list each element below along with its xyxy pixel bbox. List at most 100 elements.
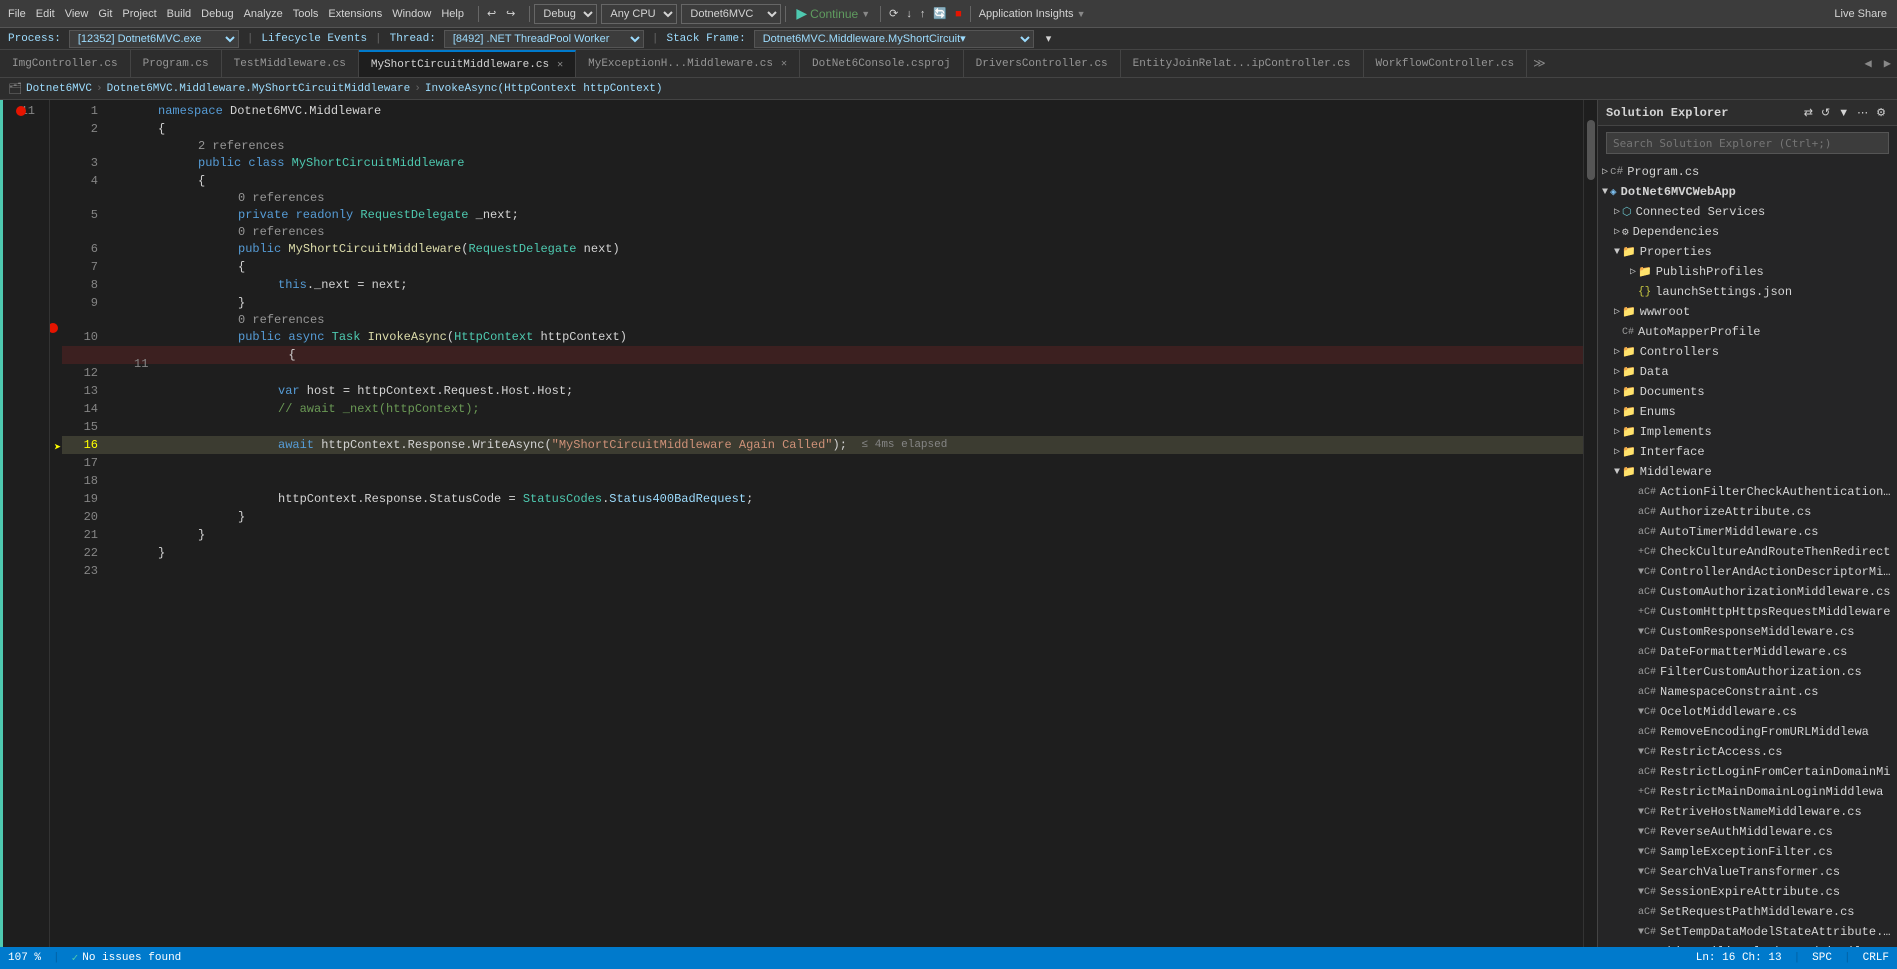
tab-driverscontroller-label: DriversController.cs [976, 58, 1108, 70]
app-insights-btn[interactable]: Application Insights ▼ [975, 6, 1090, 22]
tab-program[interactable]: Program.cs [131, 50, 222, 77]
se-item-connected-services[interactable]: ▷ ⬡ Connected Services [1598, 202, 1897, 222]
extensions-menu[interactable]: Extensions [324, 6, 386, 22]
breadcrumb-method[interactable]: InvokeAsync(HttpContext httpContext) [425, 83, 663, 95]
se-item-namespace[interactable]: ▷ aC# NamespaceConstraint.cs [1598, 682, 1897, 702]
se-item-customresponse[interactable]: ▷ ▼C# CustomResponseMiddleware.cs [1598, 622, 1897, 642]
se-item-reverseauth[interactable]: ▷ ▼C# ReverseAuthMiddleware.cs [1598, 822, 1897, 842]
tab-entityjoin[interactable]: EntityJoinRelat...ipController.cs [1121, 50, 1364, 77]
se-item-controllers[interactable]: ▷ 📁 Controllers [1598, 342, 1897, 362]
tab-imgcontroller[interactable]: ImgController.cs [0, 50, 131, 77]
stack-frame-select[interactable]: Dotnet6MVC.Middleware.MyShortCircuit▾ [754, 30, 1034, 48]
tab-driverscontroller[interactable]: DriversController.cs [964, 50, 1121, 77]
help-menu[interactable]: Help [437, 6, 468, 22]
se-item-restrictmain[interactable]: ▷ +C# RestrictMainDomainLoginMiddlewa [1598, 782, 1897, 802]
tab-workflowcontroller[interactable]: WorkflowController.cs [1364, 50, 1528, 77]
se-label-publishprofiles: PublishProfiles [1656, 265, 1764, 279]
breadcrumb-project-name[interactable]: Dotnet6MVC [26, 83, 92, 95]
se-item-middleware-folder[interactable]: ▼ 📁 Middleware [1598, 462, 1897, 482]
tab-dotnet6console[interactable]: DotNet6Console.csproj [800, 50, 964, 77]
vertical-scrollbar[interactable] [1583, 100, 1597, 947]
debug-config-dropdown[interactable]: Debug [534, 4, 597, 24]
tab-overflow[interactable]: ≫ [1527, 50, 1552, 77]
se-item-interface[interactable]: ▷ 📁 Interface [1598, 442, 1897, 462]
se-item-authorize[interactable]: ▷ aC# AuthorizeAttribute.cs [1598, 502, 1897, 522]
se-item-dateformatter[interactable]: ▷ aC# DateFormatterMiddleware.cs [1598, 642, 1897, 662]
se-item-wwwroot[interactable]: ▷ 📁 wwwroot [1598, 302, 1897, 322]
scrollbar-thumb[interactable] [1587, 120, 1595, 180]
process-select[interactable]: [12352] Dotnet6MVC.exe [69, 30, 239, 48]
live-share-btn[interactable]: Live Share [1828, 6, 1893, 22]
se-item-checkculture[interactable]: ▷ +C# CheckCultureAndRouteThenRedirect [1598, 542, 1897, 562]
se-item-sessionexpire[interactable]: ▷ ▼C# SessionExpireAttribute.cs [1598, 882, 1897, 902]
step-out-btn[interactable]: ↑ [916, 6, 930, 22]
step-over-btn[interactable]: ⟳ [885, 5, 902, 22]
cpu-dropdown[interactable]: Any CPU [601, 4, 677, 24]
status-bar: 107 % | ✓ No issues found Ln: 16 Ch: 13 … [0, 947, 1897, 969]
stop-btn[interactable]: ■ [951, 6, 966, 22]
se-item-launchsettings[interactable]: ▷ {} launchSettings.json [1598, 282, 1897, 302]
edit-menu[interactable]: Edit [32, 6, 59, 22]
se-item-program-cs[interactable]: ▷ c# Program.cs [1598, 162, 1897, 182]
se-settings-btn[interactable]: ⚙ [1873, 104, 1889, 121]
project-dropdown[interactable]: Dotnet6MVC [681, 4, 781, 24]
se-item-ocelot[interactable]: ▷ ▼C# OcelotMiddleware.cs [1598, 702, 1897, 722]
se-label-sessionexpire: SessionExpireAttribute.cs [1660, 885, 1840, 899]
se-item-searchvalue[interactable]: ▷ ▼C# SearchValueTransformer.cs [1598, 862, 1897, 882]
window-menu[interactable]: Window [388, 6, 435, 22]
se-item-controlleraction[interactable]: ▷ ▼C# ControllerAndActionDescriptorMiddd [1598, 562, 1897, 582]
se-item-customhttphttps[interactable]: ▷ +C# CustomHttpHttpsRequestMiddleware [1598, 602, 1897, 622]
se-collapse-btn[interactable]: ▼ [1835, 104, 1852, 121]
se-item-documents[interactable]: ▷ 📁 Documents [1598, 382, 1897, 402]
se-sync-btn[interactable]: ⇄ [1801, 104, 1816, 121]
thread-select[interactable]: [8492] .NET ThreadPool Worker [444, 30, 644, 48]
process-label: Process: [8, 33, 61, 45]
se-item-removeencoding[interactable]: ▷ aC# RemoveEncodingFromURLMiddlewa [1598, 722, 1897, 742]
breadcrumb-namespace[interactable]: Dotnet6MVC.Middleware.MyShortCircuitMidd… [107, 83, 411, 95]
debug-menu[interactable]: Debug [197, 6, 237, 22]
se-item-restrictlogin[interactable]: ▷ aC# RestrictLoginFromCertainDomainMi [1598, 762, 1897, 782]
tab-scroll-left[interactable]: ◀ [1859, 50, 1878, 77]
build-menu[interactable]: Build [163, 6, 195, 22]
se-item-dependencies[interactable]: ▷ ⚙ Dependencies [1598, 222, 1897, 242]
se-filter-btn[interactable]: ⋯ [1854, 104, 1871, 121]
se-item-settempdata[interactable]: ▷ ▼C# SetTempDataModelStateAttribute.cs [1598, 922, 1897, 942]
git-menu[interactable]: Git [94, 6, 116, 22]
se-item-implements[interactable]: ▷ 📁 Implements [1598, 422, 1897, 442]
stack-frame-btn[interactable]: ▾ [1042, 30, 1056, 47]
tools-menu[interactable]: Tools [289, 6, 323, 22]
se-refresh-btn[interactable]: ↺ [1818, 104, 1833, 121]
se-item-filtercustom[interactable]: ▷ aC# FilterCustomAuthorization.cs [1598, 662, 1897, 682]
step-into-btn[interactable]: ↓ [902, 6, 916, 22]
se-item-customauth[interactable]: ▷ aC# CustomAuthorizationMiddleware.cs [1598, 582, 1897, 602]
se-item-setrequestpath[interactable]: ▷ aC# SetRequestPathMiddleware.cs [1598, 902, 1897, 922]
solution-explorer-search[interactable] [1606, 132, 1889, 154]
tab-testmiddleware[interactable]: TestMiddleware.cs [222, 50, 359, 77]
se-item-solution[interactable]: ▼ ◈ DotNet6MVCWebApp [1598, 182, 1897, 202]
se-item-enums[interactable]: ▷ 📁 Enums [1598, 402, 1897, 422]
redo-btn[interactable]: ↪ [502, 5, 519, 22]
status-zoom[interactable]: 107 % [8, 952, 41, 964]
tab-myexception-close[interactable]: ✕ [781, 58, 787, 70]
code-editor[interactable]: 1 namespace Dotnet6MVC.Middleware 2 { 2 … [50, 100, 1597, 947]
se-item-actionfilter[interactable]: ▷ aC# ActionFilterCheckAuthentication.cs [1598, 482, 1897, 502]
undo-btn[interactable]: ↩ [483, 5, 500, 22]
tab-myshortcircuit[interactable]: MyShortCircuitMiddleware.cs ✕ [359, 50, 576, 77]
file-menu[interactable]: File [4, 6, 30, 22]
se-item-publishprofiles[interactable]: ▷ 📁 PublishProfiles [1598, 262, 1897, 282]
tab-myshortcircuit-close[interactable]: ✕ [557, 59, 563, 71]
se-item-restrictaccess[interactable]: ▷ ▼C# RestrictAccess.cs [1598, 742, 1897, 762]
tab-scroll-right[interactable]: ▶ [1878, 50, 1897, 77]
se-item-retrivehostname[interactable]: ▷ ▼C# RetriveHostNameMiddleware.cs [1598, 802, 1897, 822]
restart-btn[interactable]: 🔄 [929, 5, 951, 22]
tab-myexception[interactable]: MyExceptionH...Middleware.cs ✕ [576, 50, 800, 77]
view-menu[interactable]: View [61, 6, 93, 22]
se-item-data[interactable]: ▷ 📁 Data [1598, 362, 1897, 382]
se-item-autotimer[interactable]: ▷ aC# AutoTimerMiddleware.cs [1598, 522, 1897, 542]
project-menu[interactable]: Project [118, 6, 160, 22]
se-item-sampleexception[interactable]: ▷ ▼C# SampleExceptionFilter.cs [1598, 842, 1897, 862]
se-item-automapper[interactable]: ▷ C# AutoMapperProfile [1598, 322, 1897, 342]
continue-button[interactable]: ▶ Continue ▼ [790, 3, 876, 24]
se-item-properties[interactable]: ▼ 📁 Properties [1598, 242, 1897, 262]
analyze-menu[interactable]: Analyze [240, 6, 287, 22]
